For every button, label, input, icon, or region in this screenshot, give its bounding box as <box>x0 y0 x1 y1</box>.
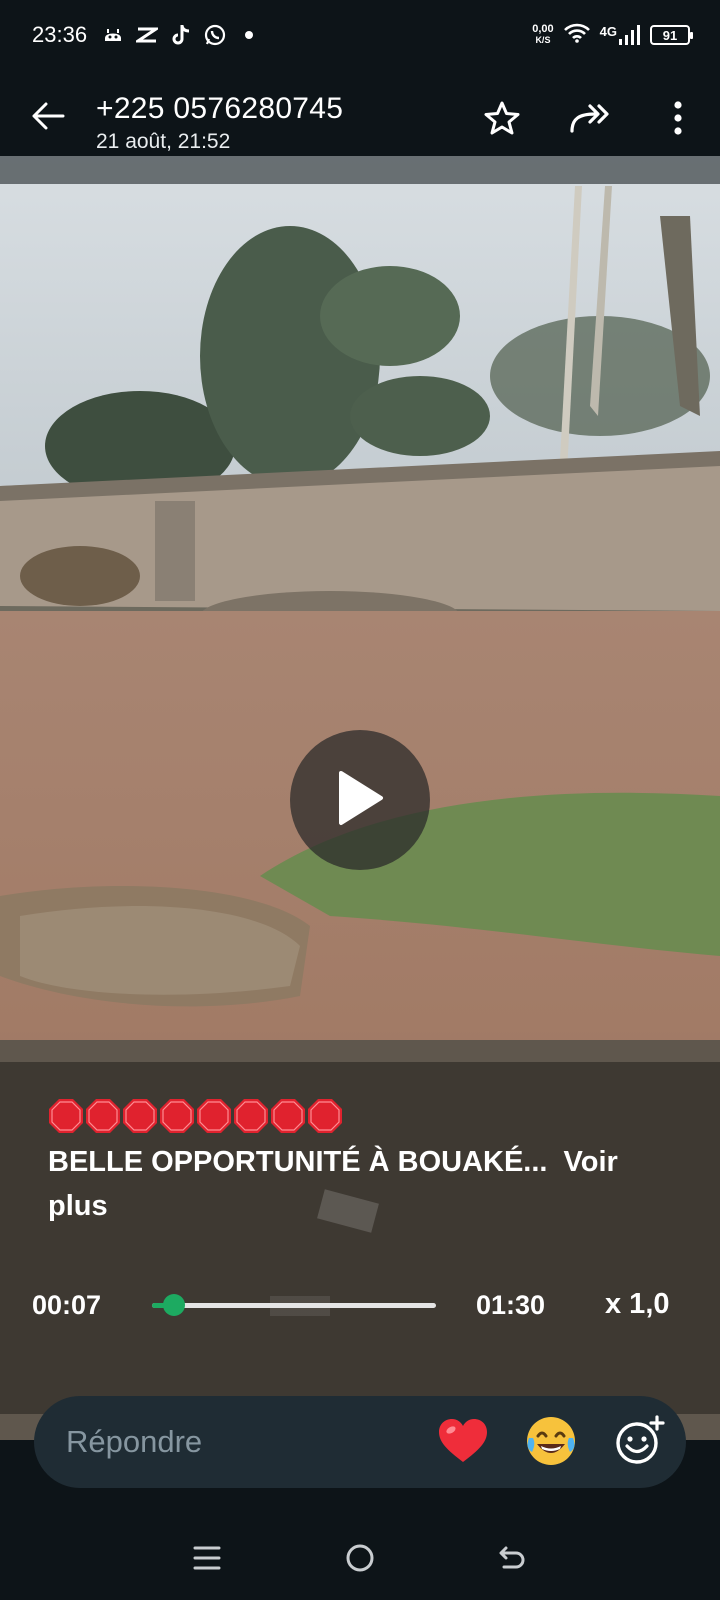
recents-button[interactable] <box>183 1536 231 1584</box>
add-reaction-button[interactable] <box>610 1414 668 1472</box>
quick-reactions <box>434 1414 668 1472</box>
status-caption[interactable]: BELLE OPPORTUNITÉ À BOUAKÉ... Voir plus <box>48 1140 678 1228</box>
stop-sign-emoji-icon <box>48 1098 84 1134</box>
status-indicators: 0,00 K/S 4G 91 <box>532 20 693 50</box>
star-button[interactable] <box>480 98 524 142</box>
dot-icon <box>238 24 260 46</box>
network-speed-unit: K/S <box>535 35 551 45</box>
back-icon <box>498 1545 528 1576</box>
system-back-button[interactable] <box>489 1536 537 1584</box>
battery-level: 91 <box>662 27 678 43</box>
more-options-button[interactable] <box>656 98 700 142</box>
reply-input[interactable]: Répondre <box>66 1424 202 1460</box>
stop-emoji-row <box>48 1098 343 1134</box>
forward-icon <box>569 103 611 138</box>
heart-reaction-button[interactable] <box>434 1414 492 1472</box>
heart-emoji-icon <box>437 1418 489 1469</box>
network-speed-value: 0,00 <box>532 23 554 35</box>
home-button[interactable] <box>336 1536 384 1584</box>
cell-signal-icon: 4G <box>600 24 640 46</box>
current-time: 00:07 <box>32 1290 102 1320</box>
notification-icons <box>102 22 260 48</box>
network-speed: 0,00 K/S <box>532 24 553 46</box>
battery-icon: 91 <box>650 25 693 45</box>
status-timestamp: 21 août, 21:52 <box>96 130 231 153</box>
system-nav-bar <box>0 1520 720 1600</box>
contact-info[interactable]: +225 0576280745 21 août, 21:52 <box>96 92 343 154</box>
tiktok-icon <box>170 24 192 46</box>
laugh-reaction-button[interactable] <box>522 1414 580 1472</box>
video-top-strip <box>0 156 720 184</box>
header-actions <box>480 98 700 142</box>
more-vert-icon <box>673 100 683 140</box>
stop-sign-emoji-icon <box>270 1098 306 1134</box>
status-time: 23:36 <box>32 22 88 47</box>
wifi-icon <box>563 23 590 48</box>
seek-thumb[interactable] <box>163 1294 186 1316</box>
laughing-tears-emoji-icon <box>524 1414 578 1473</box>
back-arrow-icon <box>31 101 65 136</box>
capcut-icon <box>136 24 158 46</box>
stop-sign-emoji-icon <box>307 1098 343 1134</box>
stop-sign-emoji-icon <box>159 1098 195 1134</box>
total-duration: 01:30 <box>476 1290 546 1320</box>
status-bar: 23:36 0,00 K/S 4G 91 <box>0 0 720 72</box>
stop-sign-emoji-icon <box>85 1098 121 1134</box>
stop-sign-emoji-icon <box>233 1098 269 1134</box>
home-icon <box>345 1543 375 1578</box>
back-button[interactable] <box>24 94 72 142</box>
status-viewer-header: +225 0576280745 21 août, 21:52 <box>0 72 720 156</box>
network-type: 4G <box>599 24 617 39</box>
caption-text: BELLE OPPORTUNITÉ À BOUAKÉ... <box>48 1146 548 1178</box>
reply-bar: Répondre <box>34 1396 686 1488</box>
menu-icon <box>193 1545 221 1576</box>
star-icon <box>484 101 520 140</box>
stop-sign-emoji-icon <box>196 1098 232 1134</box>
forward-button[interactable] <box>568 98 612 142</box>
contact-name: +225 0576280745 <box>96 92 344 125</box>
seek-bar[interactable] <box>152 1294 436 1316</box>
play-icon <box>335 769 385 832</box>
play-button[interactable] <box>290 730 430 870</box>
add-emoji-icon <box>613 1414 665 1472</box>
playback-speed-button[interactable]: x 1,0 <box>605 1288 670 1321</box>
stop-sign-emoji-icon <box>122 1098 158 1134</box>
whatsapp-icon <box>204 24 226 46</box>
android-robot-icon <box>102 24 124 46</box>
